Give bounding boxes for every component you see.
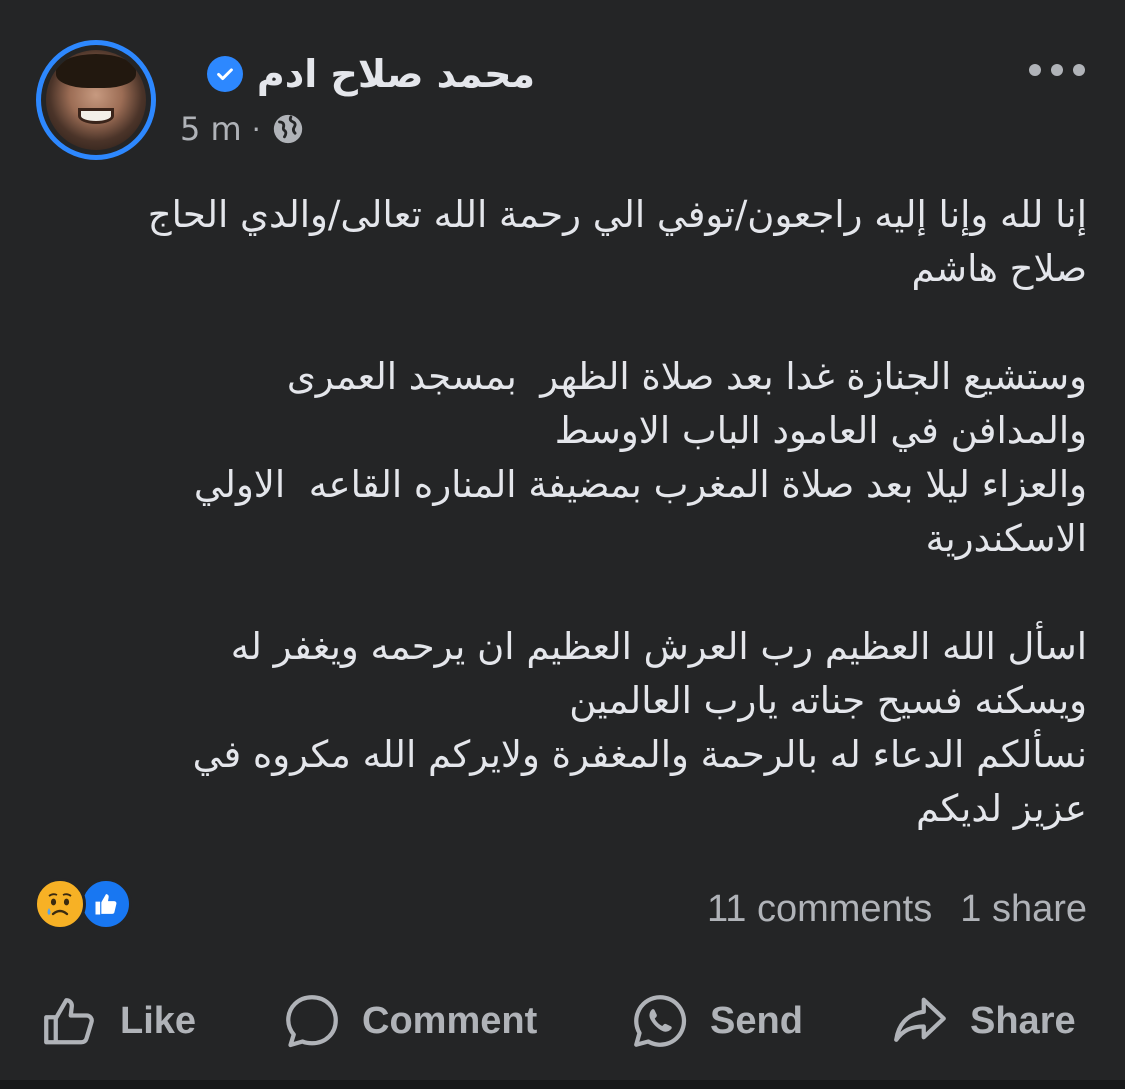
share-label: Share — [970, 999, 1076, 1042]
thumbs-up-icon — [44, 998, 94, 1045]
share-arrow-icon — [894, 997, 946, 1042]
more-dot — [1073, 64, 1085, 76]
avatar-hair — [56, 54, 136, 88]
send-button[interactable]: Send — [630, 991, 803, 1051]
reactions-summary[interactable] — [34, 878, 132, 930]
profile-photo — [46, 50, 146, 150]
more-options-button[interactable] — [1029, 52, 1085, 88]
action-bar: Like Comment Send Share — [0, 985, 1125, 1057]
comment-bubble-icon — [286, 995, 338, 1048]
engagement-stats: 11 comments 1 share — [707, 888, 1087, 931]
comment-label: Comment — [362, 999, 538, 1042]
verified-badge-icon — [206, 56, 243, 92]
send-label: Send — [710, 999, 803, 1042]
avatar[interactable] — [36, 40, 156, 160]
post-text: إنا لله وإنا إليه راجعون/توفي الي رحمة ا… — [147, 193, 1087, 830]
more-dot — [1051, 64, 1063, 76]
meta-separator: · — [251, 112, 261, 146]
comments-count[interactable]: 11 comments — [707, 888, 932, 931]
sad-reaction-icon — [34, 878, 86, 930]
author-name[interactable]: محمد صلاح ادم — [257, 52, 535, 96]
bottom-divider — [0, 1080, 1125, 1089]
comment-button[interactable]: Comment — [282, 991, 537, 1051]
like-reaction-icon — [80, 878, 132, 930]
post-timestamp[interactable]: 5 m — [180, 110, 242, 148]
author-row: محمد صلاح ادم — [206, 52, 535, 96]
whatsapp-icon — [634, 995, 687, 1047]
avatar-smile — [78, 108, 114, 124]
facebook-post: محمد صلاح ادم 5 m · إنا لله وإنا إليه را… — [0, 0, 1125, 1089]
like-label: Like — [120, 999, 197, 1042]
share-button[interactable]: Share — [890, 991, 1076, 1051]
more-dot — [1029, 64, 1041, 76]
post-meta: 5 m · — [180, 110, 305, 148]
shares-count[interactable]: 1 share — [960, 888, 1087, 931]
like-button[interactable]: Like — [40, 991, 196, 1051]
globe-icon[interactable] — [271, 112, 305, 146]
